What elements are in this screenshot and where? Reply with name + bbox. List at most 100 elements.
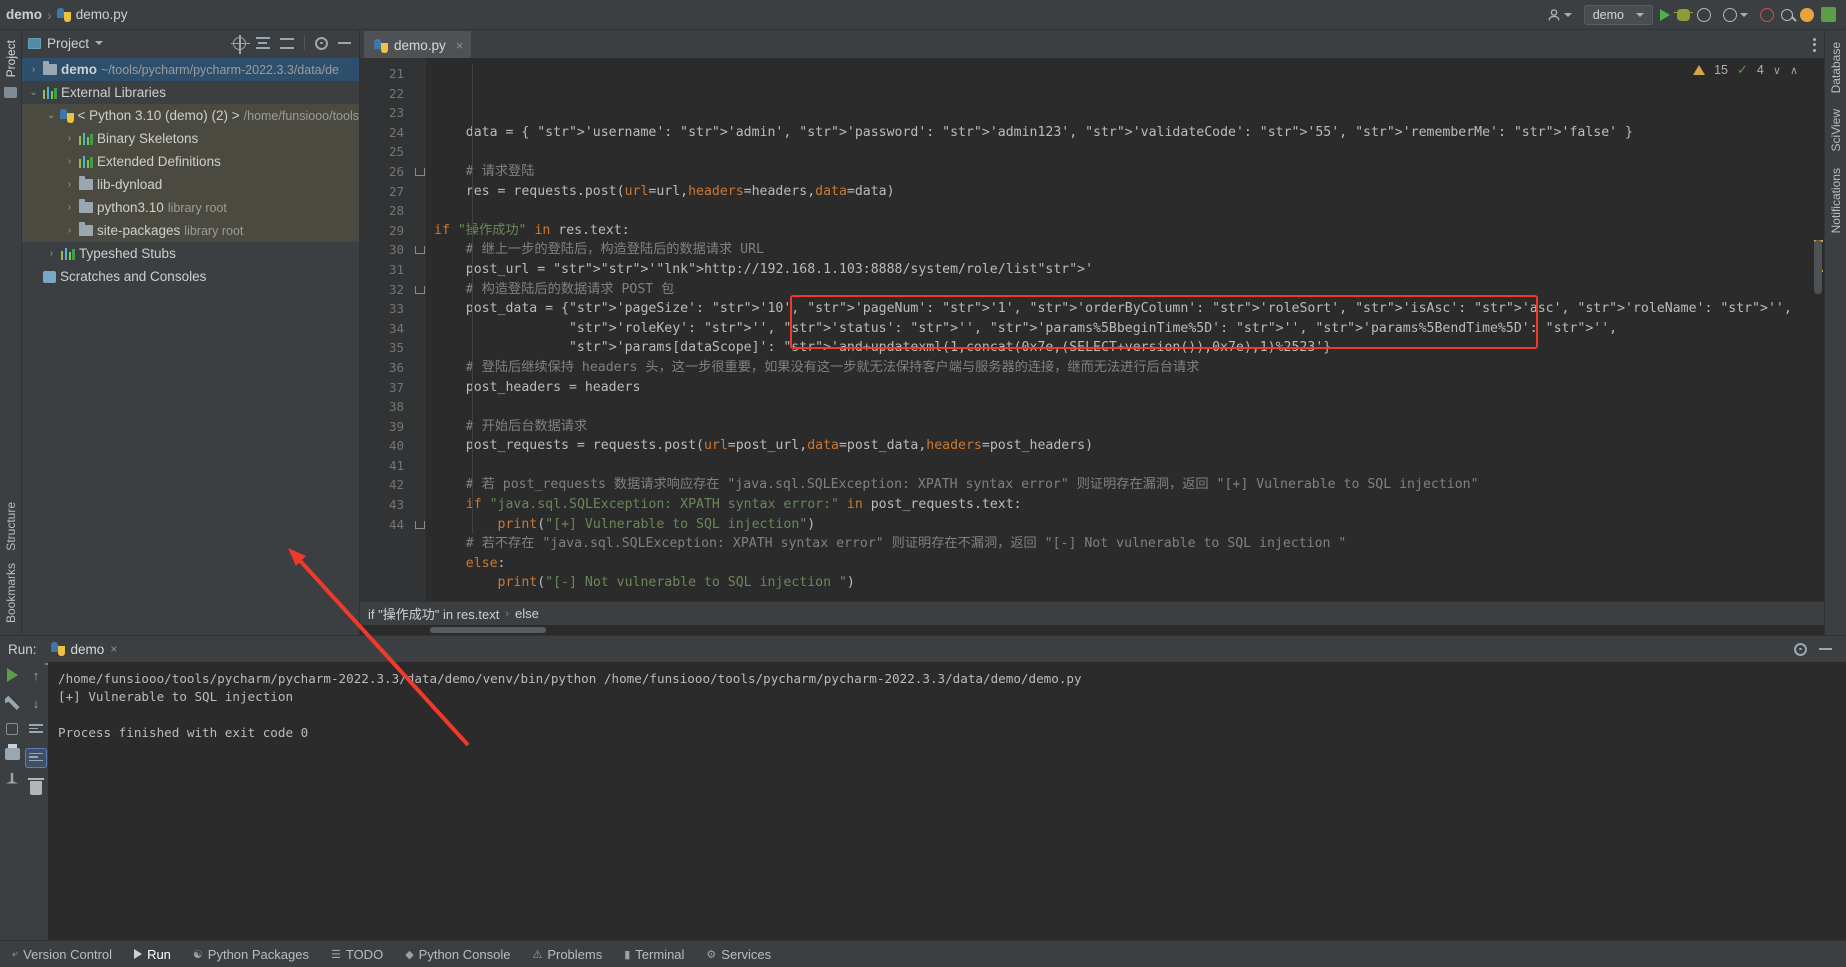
status-bar-item-todo[interactable]: ☰ TODO — [331, 947, 383, 962]
account-button[interactable] — [1542, 6, 1577, 24]
tree-item-lib-dynload[interactable]: › lib-dynload — [22, 173, 359, 196]
tree-item-typeshed-stubs[interactable]: › Typeshed Stubs — [22, 242, 359, 265]
expand-arrow-icon[interactable]: › — [64, 202, 75, 213]
code-viewport[interactable]: 21 22 23 24 25 26 27 28 29 30 31 32 33 34 35 36 37 38 39 40… — [360, 58, 1824, 601]
code-line[interactable]: # 若不存在 "java.sql.SQLException: XPATH syn… — [426, 534, 1824, 554]
debug-icon[interactable] — [1674, 8, 1693, 21]
collapse-all-icon[interactable] — [280, 37, 294, 49]
rerun-icon[interactable] — [6, 668, 18, 682]
fold-slot[interactable] — [412, 338, 426, 358]
code-line[interactable]: # 构造登陆后的数据请求 POST 包 — [426, 280, 1824, 300]
fold-slot[interactable] — [412, 495, 426, 515]
code-line[interactable]: if "java.sql.SQLException: XPATH syntax … — [426, 495, 1824, 515]
fold-slot[interactable] — [412, 280, 426, 300]
inspection-widget[interactable]: 15 ✓ 4 ∨ ∧ — [1693, 62, 1798, 78]
code-folding-gutter[interactable] — [412, 58, 426, 601]
code-line[interactable]: post_headers = headers — [426, 378, 1824, 398]
search-icon[interactable] — [1781, 8, 1793, 21]
more-options-icon[interactable] — [1813, 37, 1816, 52]
run-icon[interactable] — [1660, 8, 1670, 21]
print-icon[interactable] — [4, 744, 20, 760]
code-line[interactable]: post_data = {"str">'pageSize': "str">'10… — [426, 299, 1824, 319]
sidebar-item-notifications[interactable]: Notifications — [1829, 168, 1843, 233]
sidebar-item-sciview[interactable]: SciView — [1829, 109, 1843, 151]
stop-icon[interactable] — [6, 723, 18, 735]
fold-slot[interactable] — [412, 221, 426, 241]
console-output[interactable]: /home/funsiooo/tools/pycharm/pycharm-202… — [48, 662, 1846, 940]
fold-slot[interactable] — [412, 142, 426, 162]
code-line[interactable]: # 开始后台数据请求 — [426, 417, 1824, 437]
fold-slot[interactable] — [412, 299, 426, 319]
fold-slot[interactable] — [412, 162, 426, 182]
fold-slot[interactable] — [412, 475, 426, 495]
code-line[interactable]: print("[+] Vulnerable to SQL injection") — [426, 515, 1824, 535]
run-tab-demo[interactable]: demo × — [44, 640, 124, 665]
profile-button[interactable] — [1718, 6, 1753, 24]
status-bar-item-terminal[interactable]: ▮ Terminal — [624, 947, 684, 962]
fold-slot[interactable] — [412, 103, 426, 123]
expand-arrow-icon[interactable]: ⌄ — [46, 110, 56, 121]
status-bar-item-run[interactable]: Run — [134, 947, 171, 962]
fold-slot[interactable] — [412, 319, 426, 339]
code-line[interactable] — [426, 397, 1824, 417]
fold-marker-icon[interactable] — [414, 167, 425, 176]
fold-marker-icon[interactable] — [414, 246, 425, 255]
expand-arrow-icon[interactable]: › — [46, 248, 57, 259]
fold-slot[interactable] — [412, 240, 426, 260]
tree-item-scratches-and-consoles[interactable]: Scratches and Consoles — [22, 265, 359, 288]
status-bar-item-services[interactable]: ⚙ Services — [706, 947, 771, 962]
tree-item-external-libraries[interactable]: ⌄ External Libraries — [22, 81, 359, 104]
run-configuration-selector[interactable]: demo — [1583, 4, 1653, 25]
fold-slot[interactable] — [412, 417, 426, 437]
fold-slot[interactable] — [412, 397, 426, 417]
fold-slot[interactable] — [412, 436, 426, 456]
expand-arrow-icon[interactable]: ⌄ — [28, 87, 39, 98]
fold-slot[interactable] — [412, 182, 426, 202]
fold-slot[interactable] — [412, 260, 426, 280]
fold-marker-icon[interactable] — [414, 285, 425, 294]
scroll-to-end-icon[interactable] — [25, 748, 47, 768]
settings-icon[interactable] — [315, 36, 328, 50]
settings-wrench-icon[interactable] — [4, 695, 20, 710]
fold-slot[interactable] — [412, 64, 426, 84]
expand-arrow-icon[interactable]: › — [64, 133, 75, 144]
expand-arrow-icon[interactable]: › — [64, 156, 75, 167]
stop-icon[interactable] — [1760, 7, 1774, 22]
coverage-icon[interactable] — [1697, 7, 1711, 22]
chevron-down-icon[interactable] — [95, 41, 104, 45]
breadcrumb-scope[interactable]: if "操作成功" in res.text — [368, 604, 499, 623]
horizontal-scrollbar-track[interactable] — [360, 625, 1824, 635]
code-line[interactable]: "str">'params[dataScope]': "str">'and+up… — [426, 338, 1824, 358]
code-line[interactable]: res = requests.post(url=url,headers=head… — [426, 182, 1824, 202]
code-line[interactable]: # 若 post_requests 数据请求响应存在 "java.sql.SQL… — [426, 475, 1824, 495]
expand-arrow-icon[interactable]: › — [28, 64, 39, 75]
down-arrow-icon[interactable]: ↓ — [33, 696, 40, 711]
horizontal-scrollbar-thumb[interactable] — [430, 627, 546, 633]
pin-icon[interactable] — [6, 773, 18, 784]
code-line[interactable]: # 请求登陆 — [426, 162, 1824, 182]
status-bar-item-problems[interactable]: ⚠ Problems — [532, 947, 602, 962]
status-bar-item-python-console[interactable]: ◆ Python Console — [405, 947, 510, 962]
notification-icon[interactable] — [1800, 7, 1814, 22]
close-icon[interactable]: × — [110, 642, 117, 656]
code-line[interactable]: # 登陆后继续保持 headers 头，这一步很重要，如果没有这一步就无法保持客… — [426, 358, 1824, 378]
select-opened-file-icon[interactable] — [231, 34, 250, 54]
breadcrumb-file[interactable]: demo.py — [76, 7, 128, 22]
settings-icon[interactable] — [1794, 642, 1807, 656]
close-icon[interactable]: × — [456, 38, 464, 53]
fold-slot[interactable] — [412, 378, 426, 398]
fold-slot[interactable] — [412, 201, 426, 221]
status-bar-item-version-control[interactable]: ⤶ Version Control — [12, 947, 112, 962]
sidebar-item-database[interactable]: Database — [1829, 42, 1843, 93]
breadcrumb-branch[interactable]: else — [515, 606, 539, 621]
source-code[interactable]: data = { "str">'username': "str">'admin'… — [426, 58, 1824, 601]
updates-icon[interactable] — [1821, 7, 1836, 22]
code-line[interactable]: "str">'roleKey': "str">'', "str">'status… — [426, 319, 1824, 339]
expand-arrow-icon[interactable]: › — [64, 179, 75, 190]
minimize-icon[interactable] — [1819, 648, 1832, 650]
code-line[interactable] — [426, 201, 1824, 221]
clear-all-icon[interactable] — [28, 778, 44, 795]
tree-item-binary-skeletons[interactable]: › Binary Skeletons — [22, 127, 359, 150]
tree-item-demo[interactable]: › demo ~/tools/pycharm/pycharm-2022.3.3/da… — [22, 58, 359, 81]
sidebar-item-structure[interactable]: Structure — [4, 502, 18, 551]
